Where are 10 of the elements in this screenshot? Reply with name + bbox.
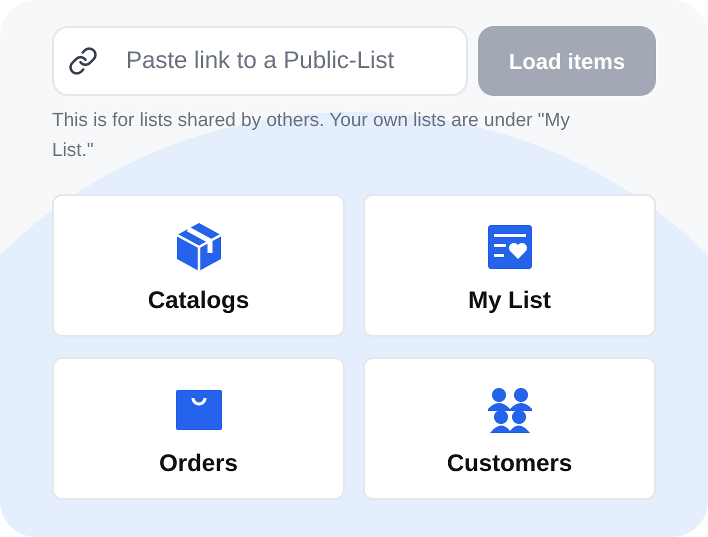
shopping-bag-icon [176,390,222,430]
users-icon [486,386,534,432]
menu-tile[interactable]: Customers [363,357,656,500]
menu-tile[interactable]: Catalogs [52,194,345,337]
link-input-field[interactable]: Paste link to a Public-List [52,26,468,96]
menu-tile[interactable]: My List [363,194,656,337]
menu-tile[interactable]: Orders [52,357,345,500]
link-icon [68,46,98,76]
box-icon [174,220,222,272]
helper-text: This is for lists shared by others. Your own lists are under "My List." [52,109,571,163]
